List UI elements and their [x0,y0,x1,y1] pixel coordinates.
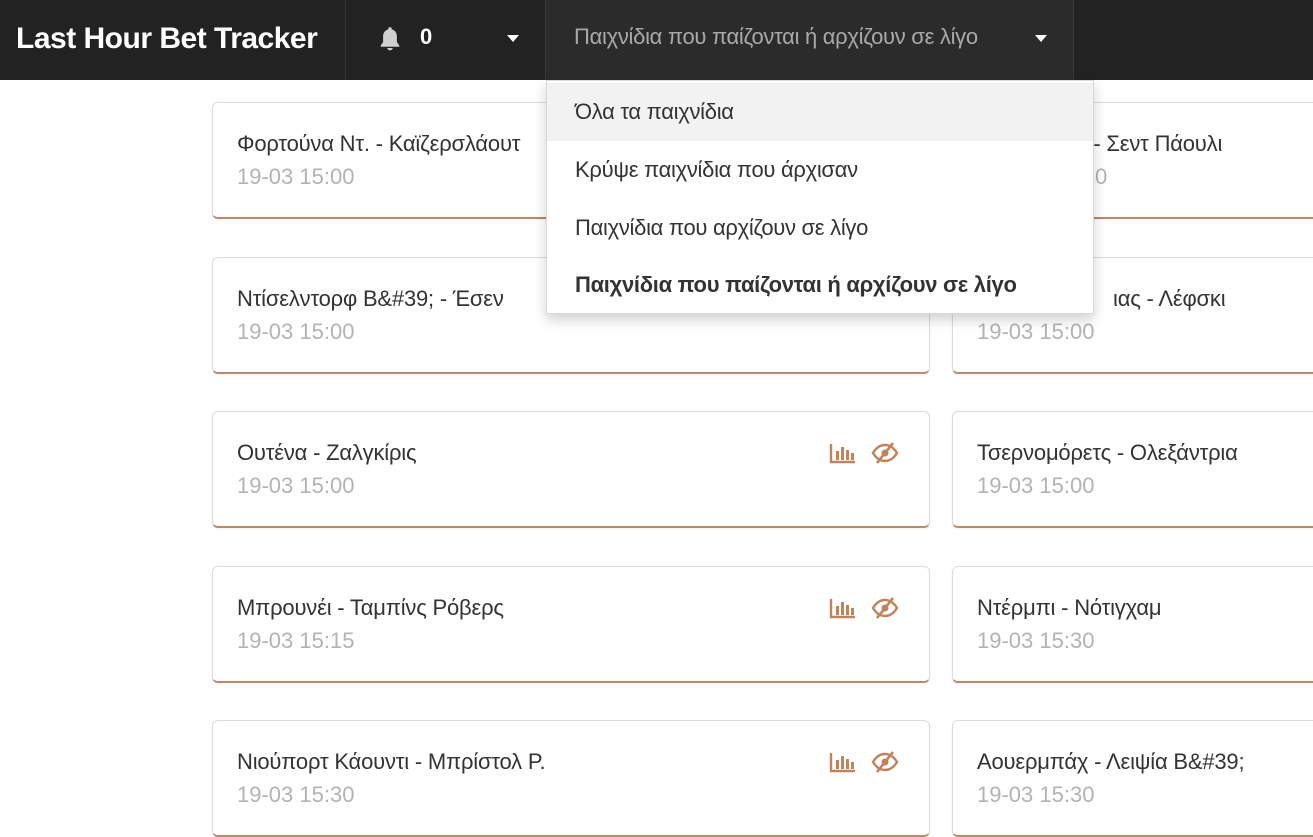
match-card[interactable]: Αουερμπάχ - Λειψία B&#39; 19-03 15:30 [952,720,1313,837]
filter-dropdown-menu: Όλα τα παιχνίδια Κρύψε παιχνίδια που άρχ… [546,80,1094,314]
match-teams: Ντίσελντορφ B&#39; - Έσεν [237,286,504,311]
match-time: 19-03 15:30 [977,782,1095,807]
app-title[interactable]: Last Hour Bet Tracker [0,0,346,80]
match-time: 19-03 15:30 [977,628,1095,653]
match-teams: Ντέρμπι - Νότιγχαμ [977,595,1162,620]
match-card[interactable]: Νιούπορτ Κάουντι - Μπρίστολ Ρ. 19-03 15:… [212,720,930,837]
match-time: 19-03 15:30 [237,782,355,807]
match-teams: Αουερμπάχ - Λειψία B&#39; [977,749,1245,774]
match-time: 19-03 15:00 [237,164,355,189]
match-time: 19-03 15:00 [977,319,1095,344]
chevron-down-icon [1035,35,1047,42]
match-teams: ιας - Λέφσκι [1113,286,1226,311]
match-time: 19-03 15:15 [237,628,355,653]
match-actions [829,751,899,775]
match-teams: Ουτένα - Ζαλγκίρις [237,440,417,465]
filter-option-starting-soon[interactable]: Παιχνίδια που αρχίζουν σε λίγο [547,199,1093,257]
eye-slash-icon[interactable] [871,751,899,773]
match-time: 19-03 15:00 [977,473,1095,498]
match-time: 0 [1095,164,1108,189]
bell-icon [380,27,400,51]
filter-dropdown-toggle[interactable]: Παιχνίδια που παίζονται ή αρχίζουν σε λί… [545,0,1074,80]
match-card[interactable]: Μπρουνέι - Ταμπίνς Ρόβερς 19-03 15:15 [212,566,930,683]
match-time: 19-03 15:00 [237,473,355,498]
match-teams: Φορτούνα Ντ. - Καϊζερσλάουτ [237,131,521,156]
bar-chart-icon[interactable] [829,751,857,773]
match-actions [829,597,899,621]
match-card[interactable]: Τσερνομόρετς - Ολεξάντρια 19-03 15:00 [952,411,1313,528]
eye-slash-icon[interactable] [871,442,899,464]
match-teams: Νιούπορτ Κάουντι - Μπρίστολ Ρ. [237,749,546,774]
navbar: Last Hour Bet Tracker 0 Παιχνίδια που πα… [0,0,1313,80]
bar-chart-icon[interactable] [829,442,857,464]
filter-option-all-games[interactable]: Όλα τα παιχνίδια [547,83,1093,141]
match-actions [829,442,899,466]
match-time: 19-03 15:00 [237,319,355,344]
match-card[interactable]: Ντέρμπι - Νότιγχαμ 19-03 15:30 [952,566,1313,683]
bar-chart-icon[interactable] [829,597,857,619]
chevron-down-icon [507,35,519,42]
match-card[interactable]: Ουτένα - Ζαλγκίρις 19-03 15:00 [212,411,930,528]
eye-slash-icon[interactable] [871,597,899,619]
notifications-dropdown[interactable]: 0 [347,0,544,80]
notification-count: 0 [420,24,433,49]
filter-current-label: Παιχνίδια που παίζονται ή αρχίζουν σε λί… [574,24,978,49]
match-teams: Μπρουνέι - Ταμπίνς Ρόβερς [237,595,504,620]
filter-option-hide-started[interactable]: Κρύψε παιχνίδια που άρχισαν [547,141,1093,199]
match-teams: Τσερνομόρετς - Ολεξάντρια [977,440,1238,465]
filter-option-live-or-starting-soon[interactable]: Παιχνίδια που παίζονται ή αρχίζουν σε λί… [547,256,1093,314]
